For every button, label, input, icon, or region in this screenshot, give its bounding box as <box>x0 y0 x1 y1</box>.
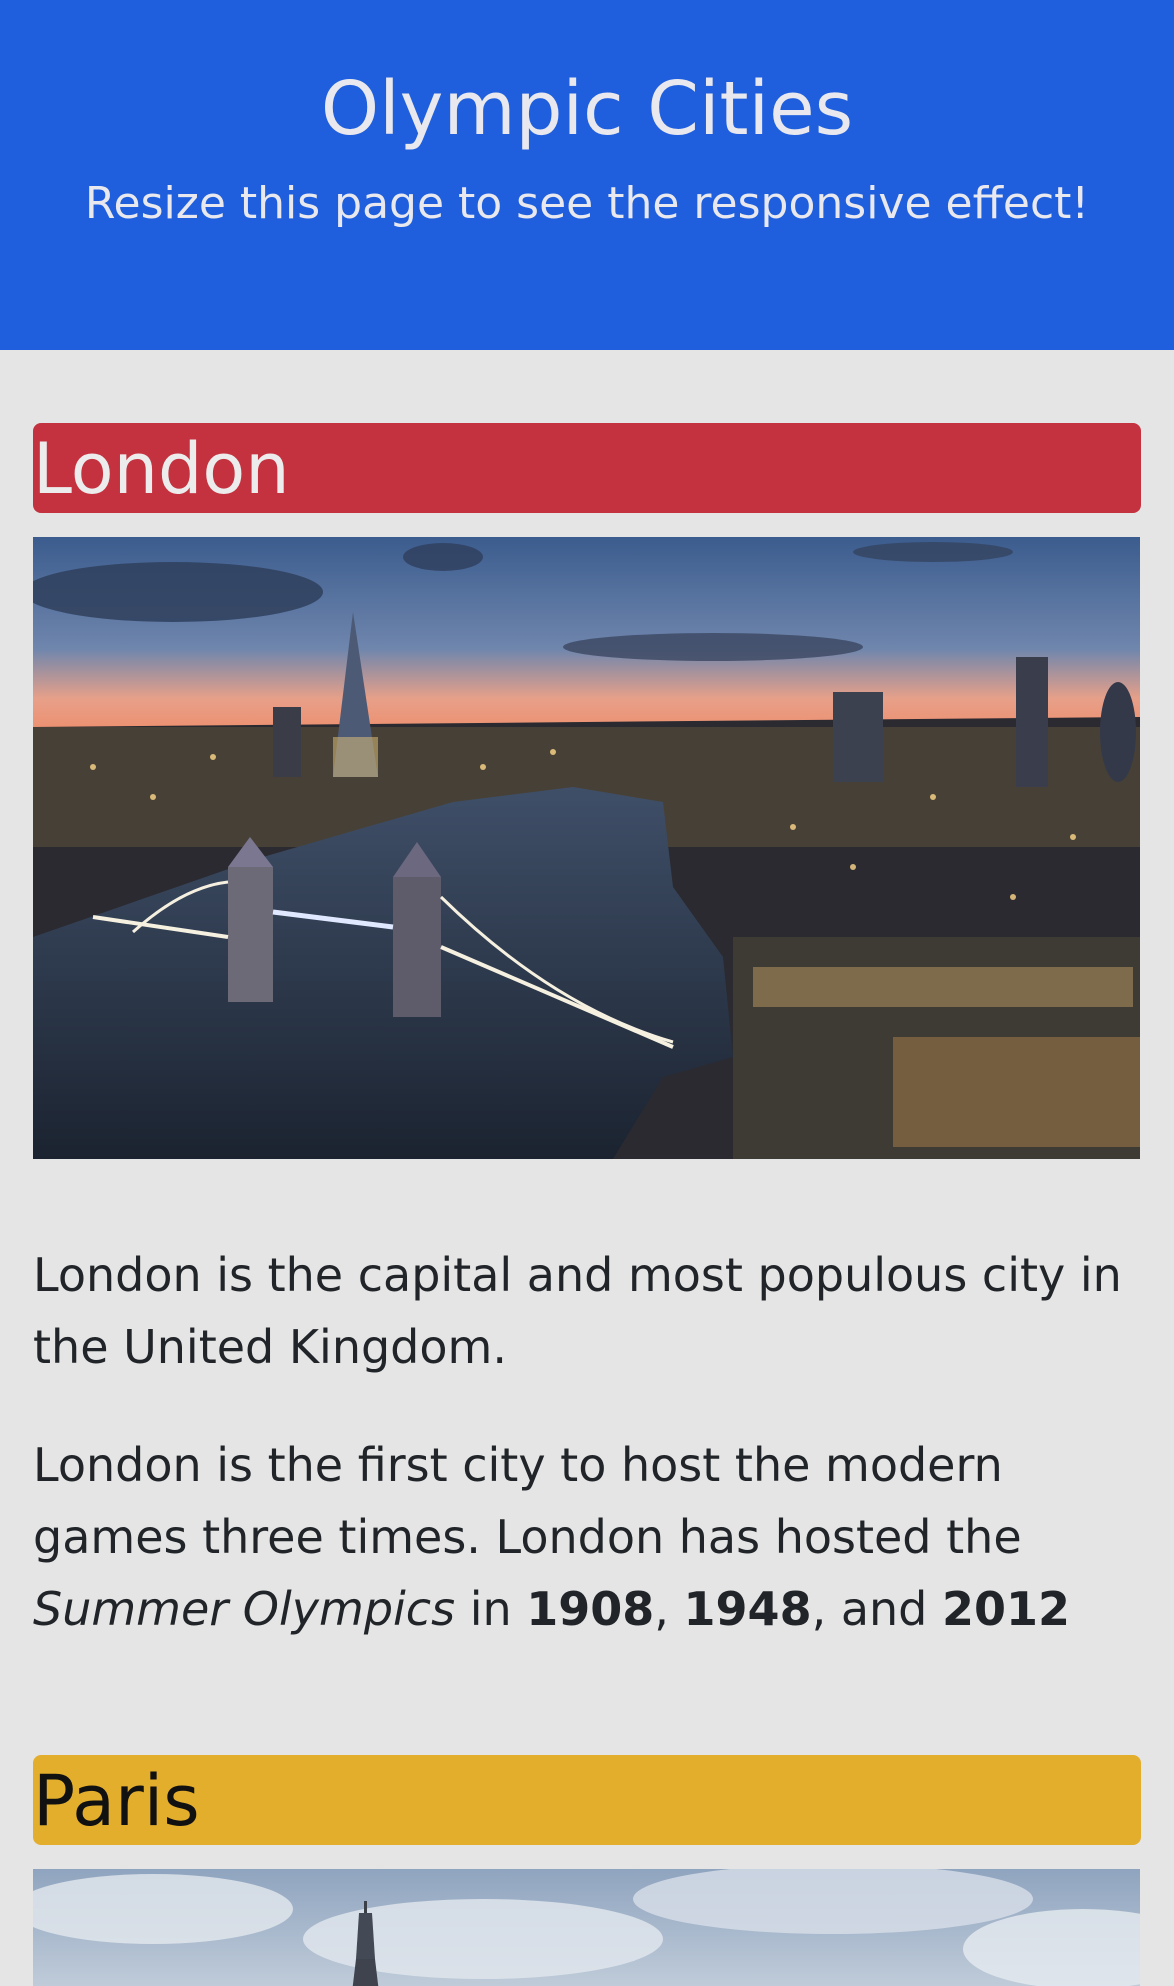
olympics-separator-1: , <box>654 1582 684 1636</box>
olympics-intro-text: London is the first city to host the mod… <box>33 1438 1022 1564</box>
olympics-event-name: Summer Olympics <box>33 1582 456 1636</box>
olympics-in-text: in <box>455 1582 527 1636</box>
olympics-year-3: 2012 <box>942 1582 1071 1636</box>
city-title-paris: Paris <box>33 1755 1141 1845</box>
page-header: Olympic Cities Resize this page to see t… <box>0 0 1174 350</box>
city-olympics-london: London is the first city to host the mod… <box>33 1429 1141 1645</box>
olympics-year-1: 1908 <box>526 1582 655 1636</box>
paris-eiffel-image <box>33 1869 1140 1986</box>
main-content: London London is the capital and most po… <box>0 423 1174 1986</box>
olympics-year-2: 1948 <box>683 1582 812 1636</box>
city-title-london: London <box>33 423 1141 513</box>
page-title: Olympic Cities <box>320 66 854 152</box>
olympics-separator-2: , and <box>811 1582 942 1636</box>
page-subtitle: Resize this page to see the responsive e… <box>84 178 1090 229</box>
city-card-paris: Paris <box>33 1755 1141 1986</box>
city-description-london: London is the capital and most populous … <box>33 1248 1122 1374</box>
london-skyline-image <box>33 537 1140 1159</box>
city-card-london: London London is the capital and most po… <box>33 423 1141 1755</box>
